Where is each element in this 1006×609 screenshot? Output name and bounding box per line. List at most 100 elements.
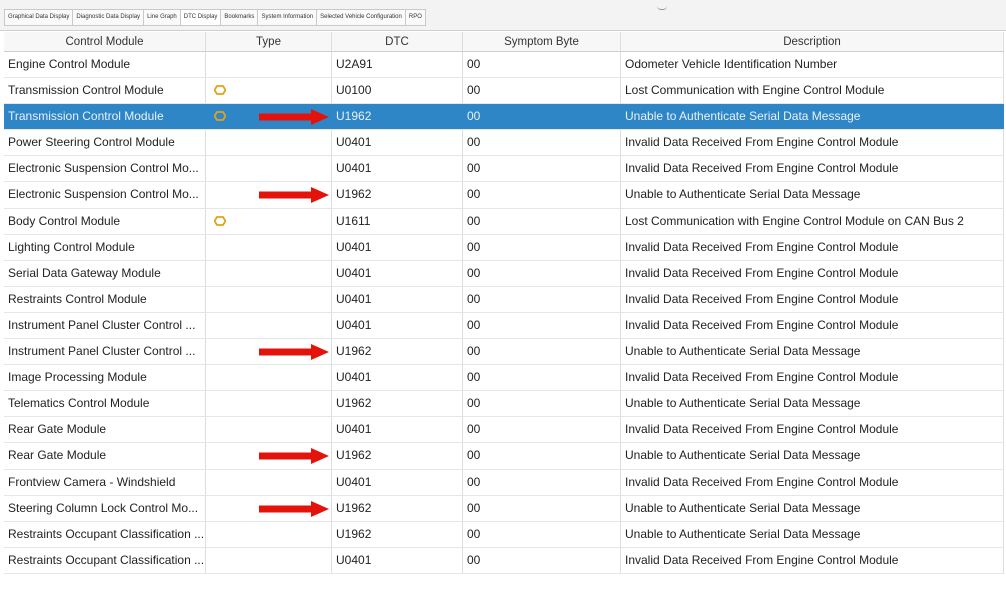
type-cell [206,260,332,286]
table-row[interactable]: Engine Control Module U2A91 00 Odometer Veh… [4,52,1004,79]
table-row[interactable]: Power Steering Control Module U0401 00 Inva… [4,130,1004,157]
control-module-cell: Transmission Control Module [4,104,206,130]
type-cell [206,312,332,339]
symptom-byte-cell: 00 [463,208,621,234]
table-row[interactable]: Serial Data Gateway Module U0401 00 Invalid… [4,260,1004,287]
symptom-byte-cell: 00 [463,312,621,339]
symptom-byte-cell: 00 [463,156,621,182]
tab-system-information[interactable]: System Information [257,9,317,26]
table-row[interactable]: Frontview Camera - Windshield U0401 00 Inva… [4,469,1004,496]
tab-rpo[interactable]: RPO [404,9,426,26]
tab-selected-vehicle-configuration[interactable]: Selected Vehicle Configuration [316,9,405,26]
symptom-byte-cell: 00 [463,417,621,443]
resize-grip-icon[interactable] [657,6,667,10]
table-row[interactable]: Restraints Occupant Classification ... U1… [4,521,1004,548]
description-cell: Invalid Data Received From Engine Contro… [621,260,1004,286]
red-arrow-icon [259,109,329,126]
table-row[interactable]: Lighting Control Module U0401 00 Invalid Da… [4,234,1004,261]
column-header-dtc[interactable]: DTC [332,32,463,51]
table-row[interactable]: Electronic Suspension Control Mo... U0401… [4,156,1004,183]
dtc-cell: U0401 [332,260,463,286]
column-header-description[interactable]: Description [621,32,1004,51]
dtc-cell: U2A91 [332,52,463,78]
type-cell [206,443,332,469]
control-module-cell: Electronic Suspension Control Mo... [4,156,206,182]
column-header-type[interactable]: Type [206,32,332,51]
dtc-cell: U1962 [332,339,463,365]
control-module-cell: Frontview Camera - Windshield [4,469,206,495]
description-cell: Invalid Data Received From Engine Contro… [621,417,1004,443]
tab-strip: Graphical Data Display Diagnostic Data Di… [4,9,426,26]
control-module-cell: Lighting Control Module [4,234,206,260]
type-cell [206,78,332,104]
table-row[interactable]: Instrument Panel Cluster Control ... U040… [4,312,1004,340]
type-cell [206,365,332,391]
type-cell [206,521,332,547]
tab-line-graph[interactable]: Line Graph [143,9,180,26]
description-cell: Unable to Authenticate Serial Data Messa… [621,391,1004,417]
table-row[interactable]: Body Control Module U1611 00 Lost Communica… [4,208,1004,235]
dtc-cell: U0401 [332,130,463,156]
dtc-cell: U1611 [332,208,463,234]
type-cell [206,339,332,365]
type-cell [206,104,332,130]
type-cell [206,391,332,417]
symptom-byte-cell: 00 [463,286,621,312]
description-cell: Invalid Data Received From Engine Contro… [621,365,1004,391]
dtc-cell: U0401 [332,234,463,260]
dtc-cell: U0401 [332,365,463,391]
control-module-cell: Body Control Module [4,208,206,234]
symptom-byte-cell: 00 [463,547,621,573]
control-module-cell: Instrument Panel Cluster Control ... [4,312,206,339]
control-module-cell: Restraints Control Module [4,286,206,312]
symptom-byte-cell: 00 [463,260,621,286]
table-row[interactable]: Rear Gate Module U1962 00 Unable to Authent… [4,443,1004,470]
control-module-cell: Rear Gate Module [4,443,206,469]
table-row[interactable]: Rear Gate Module U0401 00 Invalid Data Rece… [4,417,1004,444]
type-cell [206,182,332,208]
dtc-cell: U1962 [332,104,463,130]
symptom-byte-cell: 00 [463,52,621,78]
description-cell: Unable to Authenticate Serial Data Messa… [621,182,1004,208]
description-cell: Invalid Data Received From Engine Contro… [621,312,1004,339]
table-row[interactable]: Telematics Control Module U1962 00 Unable t… [4,391,1004,418]
table-row[interactable]: Transmission Control Module U0100 00 Lost C… [4,78,1004,105]
table-header: Control Module Type DTC Symptom Byte Des… [4,32,1004,52]
description-cell: Unable to Authenticate Serial Data Messa… [621,495,1004,521]
type-cell [206,495,332,521]
control-module-cell: Steering Column Lock Control Mo... [4,495,206,521]
type-cell [206,130,332,156]
table-row[interactable]: Restraints Control Module U0401 00 Invalid … [4,286,1004,313]
red-arrow-icon [259,187,329,204]
red-arrow-icon [259,500,329,517]
control-module-cell: Telematics Control Module [4,391,206,417]
description-cell: Unable to Authenticate Serial Data Messa… [621,521,1004,547]
table-row[interactable]: Steering Column Lock Control Mo... U1962 0… [4,495,1004,522]
table-row[interactable]: Image Processing Module U0401 00 Invalid Da… [4,365,1004,392]
description-cell: Lost Communication with Engine Control M… [621,78,1004,104]
symptom-byte-cell: 00 [463,339,621,365]
description-cell: Invalid Data Received From Engine Contro… [621,469,1004,495]
red-arrow-icon [259,448,329,465]
control-module-cell: Engine Control Module [4,52,206,78]
tab-bookmarks[interactable]: Bookmarks [220,9,258,26]
description-cell: Unable to Authenticate Serial Data Messa… [621,443,1004,469]
description-cell: Invalid Data Received From Engine Contro… [621,156,1004,182]
dtc-cell: U1962 [332,443,463,469]
dtc-cell: U0401 [332,312,463,339]
tab-dtc-display[interactable]: DTC Display [179,9,221,26]
table-row[interactable]: Transmission Control Module U1962 00 Unable… [4,104,1004,131]
type-cell [206,234,332,260]
table-row[interactable]: Instrument Panel Cluster Control ... U196… [4,339,1004,366]
tab-bar: Graphical Data Display Diagnostic Data Di… [0,0,1006,31]
tab-diagnostic-data-display[interactable]: Diagnostic Data Display [72,9,144,26]
tab-graphical-data-display[interactable]: Graphical Data Display [4,9,73,26]
type-cell [206,469,332,495]
column-header-symptom-byte[interactable]: Symptom Byte [463,32,621,51]
table-row[interactable]: Restraints Occupant Classification ... U0… [4,547,1004,574]
control-module-cell: Image Processing Module [4,365,206,391]
column-header-control-module[interactable]: Control Module [4,32,206,51]
symptom-byte-cell: 00 [463,78,621,104]
table-row[interactable]: Electronic Suspension Control Mo... U1962… [4,182,1004,209]
table-body: Engine Control Module U2A91 00 Odometer Veh… [4,52,1004,574]
